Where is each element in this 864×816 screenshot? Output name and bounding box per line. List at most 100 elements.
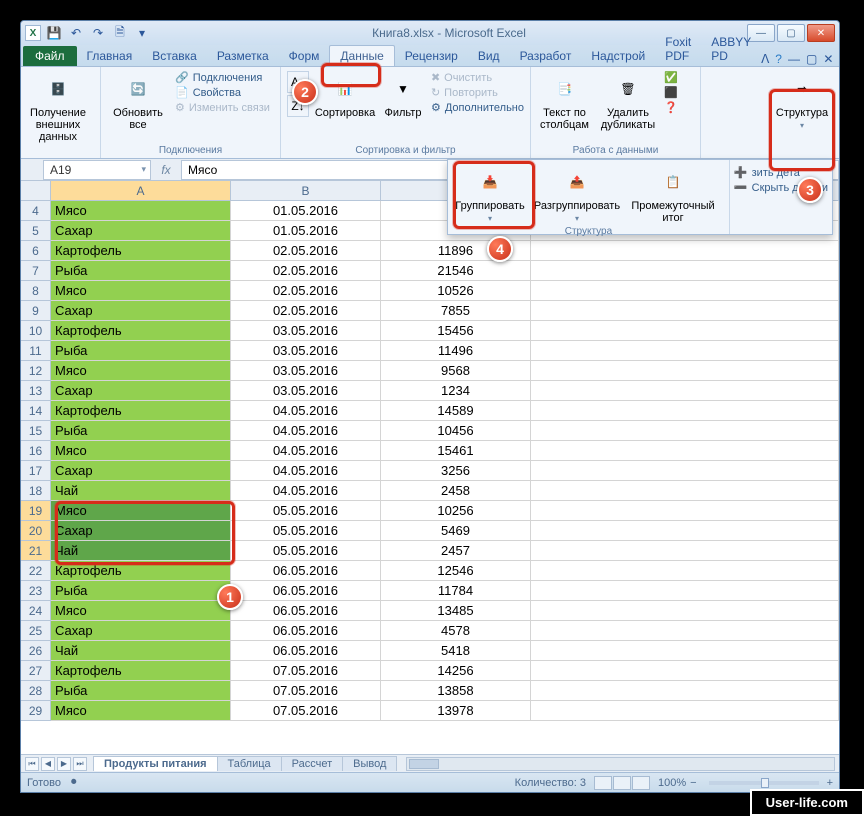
cell-empty[interactable] <box>531 421 839 441</box>
remove-duplicates-button[interactable]: 🗑 Удалить дубликаты <box>598 71 658 133</box>
table-row[interactable]: 25Сахар06.05.20164578 <box>21 621 839 641</box>
row-header[interactable]: 13 <box>21 381 51 401</box>
tab-вставка[interactable]: Вставка <box>142 46 207 66</box>
sheet-nav-first[interactable]: ⏮ <box>25 757 39 771</box>
cell[interactable]: 02.05.2016 <box>231 261 381 281</box>
cell-empty[interactable] <box>531 241 839 261</box>
cell[interactable]: 02.05.2016 <box>231 281 381 301</box>
cell[interactable]: 13485 <box>381 601 531 621</box>
row-header[interactable]: 17 <box>21 461 51 481</box>
table-row[interactable]: 7Рыба02.05.201621546 <box>21 261 839 281</box>
table-row[interactable]: 12Мясо03.05.20169568 <box>21 361 839 381</box>
sheet-nav-next[interactable]: ▶ <box>57 757 71 771</box>
table-row[interactable]: 19Мясо05.05.201610256 <box>21 501 839 521</box>
data-validation-button[interactable]: ✅ <box>664 71 678 84</box>
tab-форм[interactable]: Форм <box>279 46 330 66</box>
spreadsheet-grid[interactable]: A B C 4Мясо01.05.20165Сахар01.05.20166Ка… <box>21 181 839 754</box>
cell[interactable]: 15461 <box>381 441 531 461</box>
cell[interactable]: Мясо <box>51 201 231 221</box>
cell[interactable]: 04.05.2016 <box>231 461 381 481</box>
row-header[interactable]: 18 <box>21 481 51 501</box>
cell[interactable]: 05.05.2016 <box>231 501 381 521</box>
print-preview-icon[interactable]: 🗎 <box>111 24 129 42</box>
table-row[interactable]: 27Картофель07.05.201614256 <box>21 661 839 681</box>
cell[interactable]: Картофель <box>51 321 231 341</box>
row-header[interactable]: 19 <box>21 501 51 521</box>
table-row[interactable]: 21Чай05.05.20162457 <box>21 541 839 561</box>
whatif-button[interactable]: ❓ <box>664 101 678 114</box>
cell[interactable]: Рыба <box>51 581 231 601</box>
table-row[interactable]: 9Сахар02.05.20167855 <box>21 301 839 321</box>
cell[interactable]: Сахар <box>51 621 231 641</box>
cell[interactable]: Картофель <box>51 241 231 261</box>
cell[interactable]: Чай <box>51 641 231 661</box>
cell[interactable]: Картофель <box>51 401 231 421</box>
cell[interactable]: Мясо <box>51 441 231 461</box>
tab-данные[interactable]: Данные <box>329 45 394 66</box>
clear-filter-button[interactable]: ✖Очистить <box>431 71 524 84</box>
cell[interactable]: 11896 <box>381 241 531 261</box>
cell-empty[interactable] <box>531 341 839 361</box>
edit-links-button[interactable]: ⚙Изменить связи <box>175 101 270 114</box>
cell[interactable]: 10256 <box>381 501 531 521</box>
zoom-slider-knob[interactable] <box>761 778 769 788</box>
table-row[interactable]: 17Сахар04.05.20163256 <box>21 461 839 481</box>
table-row[interactable]: 16Мясо04.05.201615461 <box>21 441 839 461</box>
cell[interactable]: Сахар <box>51 461 231 481</box>
row-header[interactable]: 7 <box>21 261 51 281</box>
tab-разметка[interactable]: Разметка <box>207 46 279 66</box>
get-external-data-button[interactable]: 🗄️ Получение внешних данных <box>27 71 89 145</box>
cell-empty[interactable] <box>531 321 839 341</box>
table-row[interactable]: 20Сахар05.05.20165469 <box>21 521 839 541</box>
row-header[interactable]: 12 <box>21 361 51 381</box>
sheet-tab-1[interactable]: Таблица <box>217 756 282 771</box>
row-header[interactable]: 11 <box>21 341 51 361</box>
tab-file[interactable]: Файл <box>23 46 77 66</box>
cell[interactable]: 5469 <box>381 521 531 541</box>
row-header[interactable]: 9 <box>21 301 51 321</box>
cell[interactable]: 9568 <box>381 361 531 381</box>
ungroup-button[interactable]: 📤 Разгруппировать ▾ <box>534 164 620 225</box>
cell[interactable]: 06.05.2016 <box>231 641 381 661</box>
table-row[interactable]: 11Рыба03.05.201611496 <box>21 341 839 361</box>
name-box[interactable]: A19 <box>43 160 151 180</box>
row-header[interactable]: 16 <box>21 441 51 461</box>
cell-empty[interactable] <box>531 281 839 301</box>
scrollbar-thumb[interactable] <box>409 759 439 769</box>
cell[interactable]: 4578 <box>381 621 531 641</box>
cell[interactable]: 1234 <box>381 381 531 401</box>
cell[interactable]: Картофель <box>51 561 231 581</box>
table-row[interactable]: 6Картофель02.05.201611896 <box>21 241 839 261</box>
table-row[interactable]: 10Картофель03.05.201615456 <box>21 321 839 341</box>
cell[interactable]: 14256 <box>381 661 531 681</box>
cell[interactable]: 13858 <box>381 681 531 701</box>
cell-empty[interactable] <box>531 401 839 421</box>
cell-empty[interactable] <box>531 681 839 701</box>
sort-asc-button[interactable]: A↓ <box>287 71 309 93</box>
cell-empty[interactable] <box>531 481 839 501</box>
cell[interactable]: 14589 <box>381 401 531 421</box>
cell-empty[interactable] <box>531 581 839 601</box>
cell[interactable]: 03.05.2016 <box>231 321 381 341</box>
cell[interactable]: 10526 <box>381 281 531 301</box>
cell[interactable]: Мясо <box>51 501 231 521</box>
row-header[interactable]: 5 <box>21 221 51 241</box>
cell[interactable]: 03.05.2016 <box>231 381 381 401</box>
row-header[interactable]: 8 <box>21 281 51 301</box>
table-row[interactable]: 22Картофель06.05.201612546 <box>21 561 839 581</box>
cell[interactable]: Сахар <box>51 301 231 321</box>
group-button[interactable]: 📥 Группировать ▾ <box>454 164 526 225</box>
cell[interactable]: Рыба <box>51 421 231 441</box>
cell[interactable]: 06.05.2016 <box>231 621 381 641</box>
cell[interactable]: Мясо <box>51 281 231 301</box>
table-row[interactable]: 29Мясо07.05.201613978 <box>21 701 839 721</box>
cell[interactable]: 01.05.2016 <box>231 221 381 241</box>
view-normal-button[interactable] <box>594 776 612 790</box>
cell-empty[interactable] <box>531 521 839 541</box>
row-header[interactable]: 26 <box>21 641 51 661</box>
table-row[interactable]: 23Рыба06.05.201611784 <box>21 581 839 601</box>
table-row[interactable]: 18Чай04.05.20162458 <box>21 481 839 501</box>
table-row[interactable]: 28Рыба07.05.201613858 <box>21 681 839 701</box>
cell[interactable]: 06.05.2016 <box>231 601 381 621</box>
table-row[interactable]: 26Чай06.05.20165418 <box>21 641 839 661</box>
